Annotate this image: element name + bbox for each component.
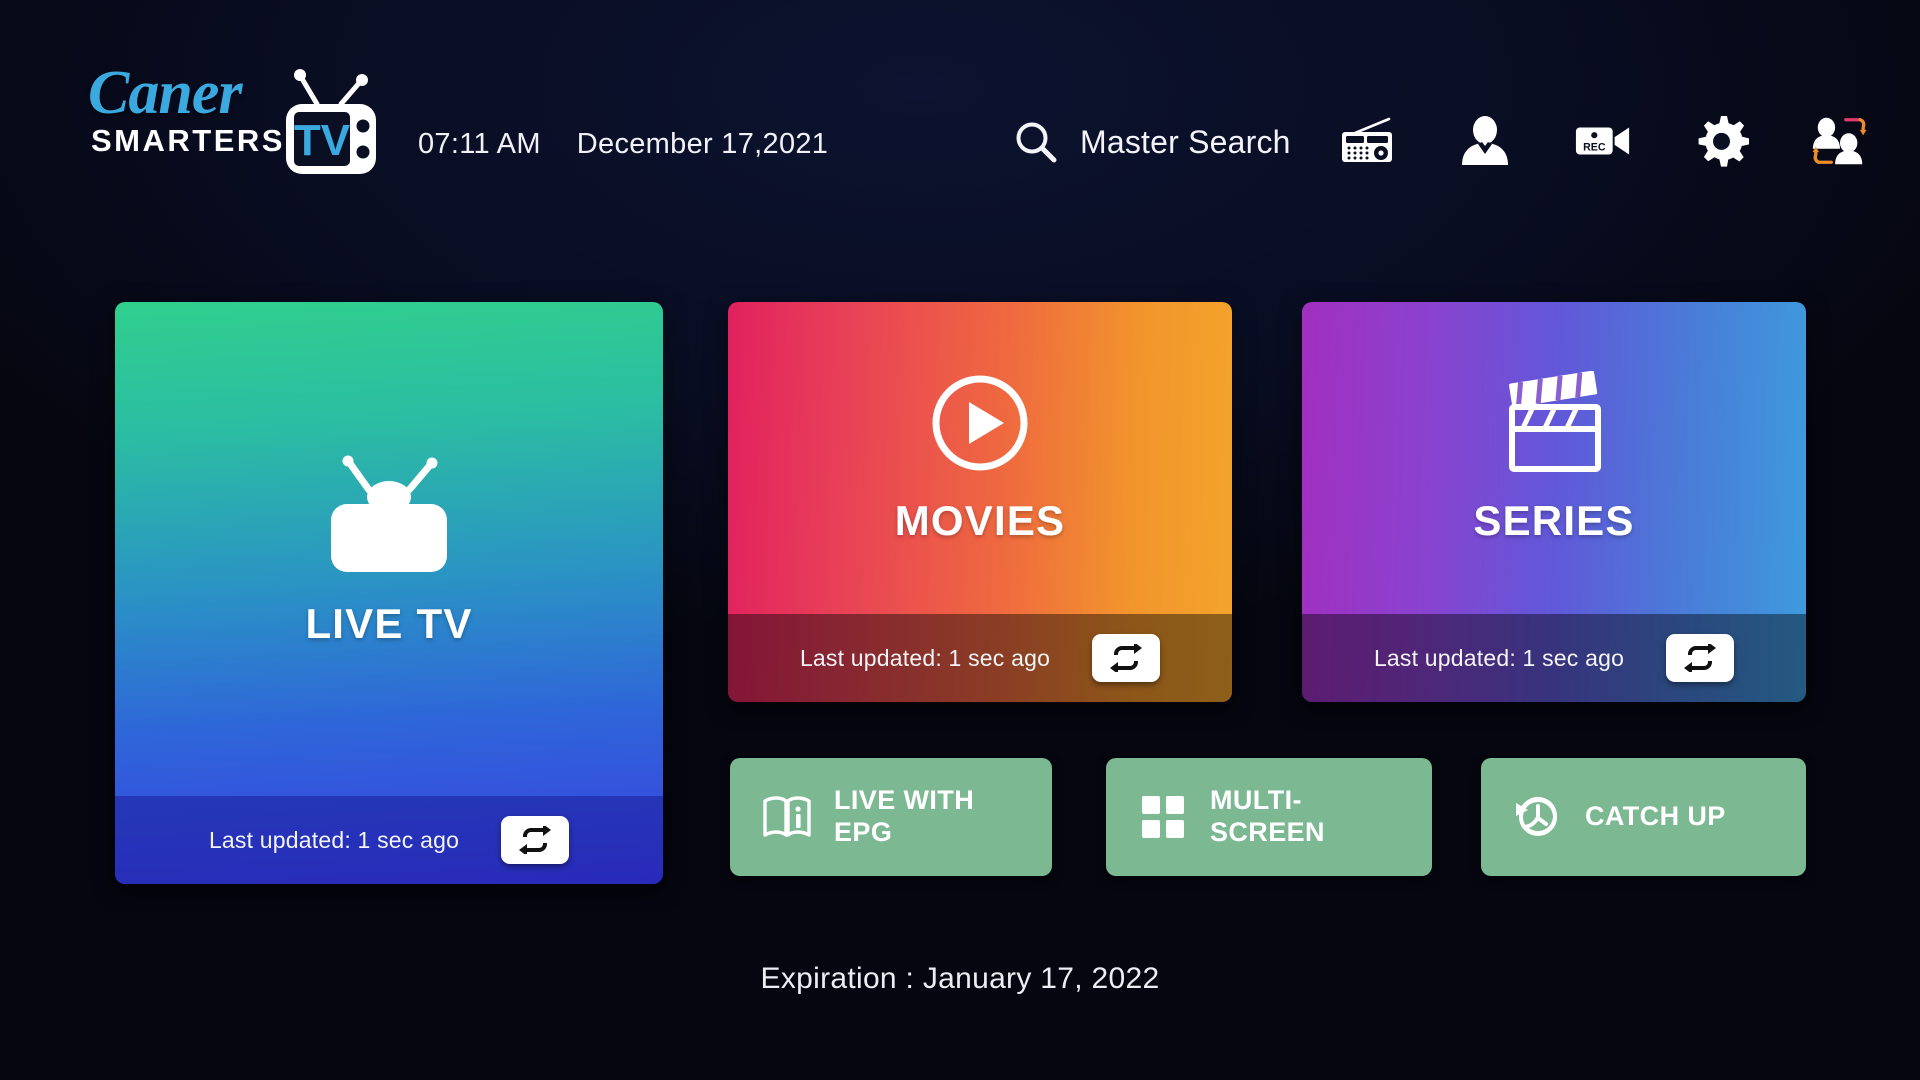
current-time: 07:11 AM bbox=[418, 128, 541, 160]
card-live-tv-title: LIVE TV bbox=[305, 600, 473, 647]
card-movies-title: MOVIES bbox=[894, 497, 1066, 544]
current-date: December 17,2021 bbox=[576, 128, 829, 160]
header-icon-bar: REC bbox=[1338, 112, 1868, 170]
card-live-tv[interactable]: LIVE TV Last updated: 1 sec ago bbox=[115, 302, 663, 884]
app-logo: Caner SMARTERS TV bbox=[88, 62, 378, 177]
book-info-icon bbox=[762, 792, 812, 842]
grid-four-icon bbox=[1138, 792, 1188, 842]
logo-brand-bottom: SMARTERS bbox=[91, 123, 285, 158]
refresh-loop-icon bbox=[1684, 644, 1717, 672]
app-header: Caner SMARTERS TV 07:11 AM December 17,2… bbox=[0, 0, 1920, 215]
svg-text:TV: TV bbox=[294, 116, 351, 165]
card-movies-body: MOVIES bbox=[728, 302, 1232, 614]
card-live-tv-body: LIVE TV bbox=[115, 302, 663, 796]
rec-badge-label: REC bbox=[1583, 142, 1606, 154]
rec-camera-icon[interactable]: REC bbox=[1574, 112, 1632, 170]
tv-play-icon bbox=[331, 455, 447, 572]
button-live-with-epg-label: LIVE WITH EPG bbox=[834, 785, 975, 847]
card-movies-footer: Last updated: 1 sec ago bbox=[728, 614, 1232, 702]
master-search-label: Master Search bbox=[1080, 123, 1291, 160]
button-catch-up-label: CATCH UP bbox=[1585, 801, 1726, 832]
logo-wordmark: Caner SMARTERS bbox=[88, 62, 285, 156]
switch-user-icon[interactable] bbox=[1810, 112, 1868, 170]
expiration-text: Expiration : January 17, 2022 bbox=[760, 962, 1160, 995]
logo-brand-top: Caner bbox=[88, 59, 242, 127]
card-live-tv-updated: Last updated: 1 sec ago bbox=[208, 826, 460, 853]
card-series-title: SERIES bbox=[1473, 497, 1635, 544]
card-live-tv-footer: Last updated: 1 sec ago bbox=[115, 796, 663, 884]
card-series-updated: Last updated: 1 sec ago bbox=[1373, 644, 1625, 671]
gear-icon[interactable] bbox=[1692, 112, 1750, 170]
button-multi-screen-label: MULTI-SCREEN bbox=[1210, 785, 1325, 847]
logo-tv-icon: TV bbox=[286, 69, 376, 174]
history-clock-icon bbox=[1513, 792, 1563, 842]
card-series-footer: Last updated: 1 sec ago bbox=[1302, 614, 1806, 702]
refresh-loop-icon bbox=[519, 826, 552, 854]
clapperboard-icon bbox=[1509, 371, 1601, 472]
play-circle-icon bbox=[932, 375, 1028, 471]
main-content: LIVE TV Last updated: 1 sec ago MOVIES L… bbox=[0, 290, 1920, 950]
refresh-button-series[interactable] bbox=[1666, 634, 1735, 682]
app-root: Caner SMARTERS TV 07:11 AM December 17,2… bbox=[0, 0, 1920, 1080]
refresh-button-live-tv[interactable] bbox=[501, 816, 570, 864]
search-icon bbox=[1016, 122, 1057, 163]
card-series-body: SERIES bbox=[1302, 302, 1806, 614]
button-live-with-epg[interactable]: LIVE WITH EPG bbox=[730, 758, 1052, 876]
card-movies-updated: Last updated: 1 sec ago bbox=[799, 644, 1051, 671]
button-multi-screen[interactable]: MULTI-SCREEN bbox=[1106, 758, 1432, 876]
card-movies[interactable]: MOVIES Last updated: 1 sec ago bbox=[728, 302, 1232, 702]
card-series[interactable]: SERIES Last updated: 1 sec ago bbox=[1302, 302, 1806, 702]
account-icon[interactable] bbox=[1456, 112, 1514, 170]
refresh-loop-icon bbox=[1110, 644, 1143, 672]
clock-date-block: 07:11 AM December 17,2021 bbox=[418, 128, 828, 161]
master-search-button[interactable]: Master Search bbox=[1012, 118, 1291, 166]
button-catch-up[interactable]: CATCH UP bbox=[1481, 758, 1806, 876]
refresh-button-movies[interactable] bbox=[1092, 634, 1161, 682]
radio-icon[interactable] bbox=[1338, 112, 1396, 170]
